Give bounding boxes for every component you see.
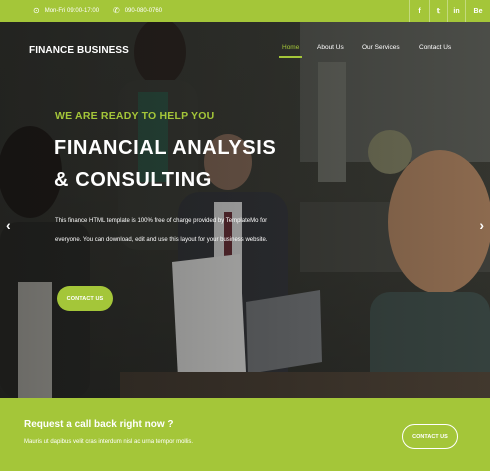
social-links: f 𝕥 in Be [409, 0, 490, 22]
hero-overlay [0, 22, 490, 398]
callback-title: Request a call back right now ? [24, 419, 174, 430]
slider-next-icon[interactable]: › [479, 218, 484, 232]
hero-headline-line-2: & CONSULTING [54, 169, 212, 191]
nav-our-services[interactable]: Our Services [362, 43, 400, 57]
hours-info: ⊙ Mon-Fri 09:00-17:00 [33, 0, 99, 22]
nav-contact-us[interactable]: Contact Us [419, 43, 451, 57]
top-bar: ⊙ Mon-Fri 09:00-17:00 ✆ 090-080-0760 f 𝕥… [0, 0, 490, 22]
callback-contact-button[interactable]: CONTACT US [402, 424, 458, 449]
slider-prev-icon[interactable]: ‹ [6, 218, 11, 232]
hero-description: This finance HTML template is 100% free … [55, 218, 268, 243]
behance-icon[interactable]: Be [465, 0, 490, 22]
phone-info: ✆ 090-080-0760 [113, 0, 162, 22]
phone-text: 090-080-0760 [124, 8, 163, 14]
linkedin-icon[interactable]: in [447, 0, 465, 22]
hero-section: FINANCE BUSINESS Home About Us Our Servi… [0, 22, 490, 398]
main-nav: Home About Us Our Services Contact Us [0, 43, 490, 63]
facebook-icon[interactable]: f [409, 0, 429, 22]
map-pin-icon: ⊙ [33, 6, 40, 15]
phone-icon: ✆ [113, 6, 120, 15]
hero-headline-line-1: FINANCIAL ANALYSIS [54, 137, 277, 159]
hero-tagline: WE ARE READY TO HELP YOU [55, 110, 215, 122]
hours-text: Mon-Fri 09:00-17:00 [44, 8, 100, 14]
nav-home[interactable]: Home [278, 43, 303, 58]
hero-contact-button[interactable]: CONTACT US [57, 286, 113, 311]
callback-subtitle: Mauris ut dapibus velit cras interdum ni… [24, 439, 194, 445]
twitter-icon[interactable]: 𝕥 [429, 0, 447, 22]
hero-headline: FINANCIAL ANALYSIS & CONSULTING [54, 132, 276, 196]
callback-section: Request a call back right now ? Mauris u… [0, 398, 490, 471]
nav-about-us[interactable]: About Us [317, 43, 344, 57]
